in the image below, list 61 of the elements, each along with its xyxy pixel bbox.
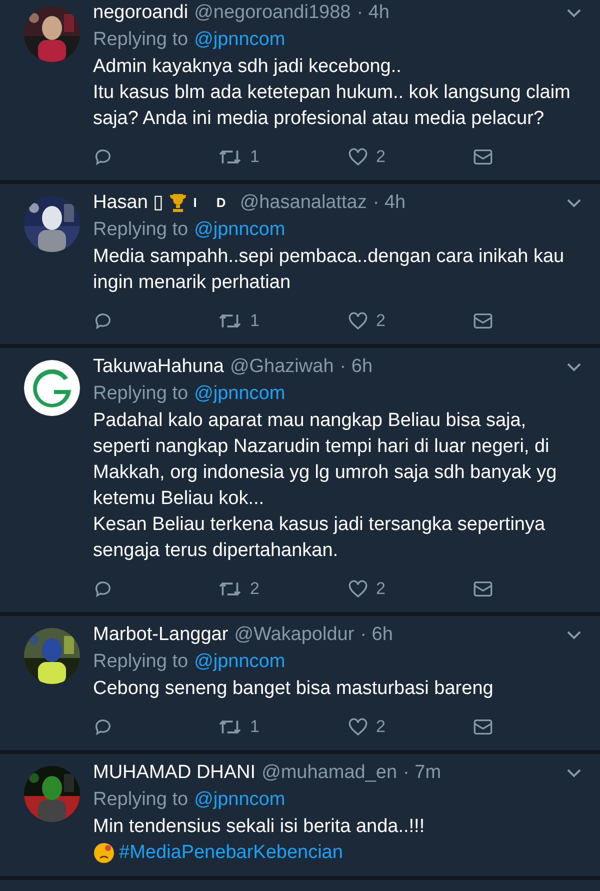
mention-link[interactable]: @jpnncom — [194, 380, 286, 408]
heart-icon[interactable] — [348, 147, 368, 167]
chevron-down-icon[interactable] — [566, 362, 582, 372]
like-count: 2 — [376, 147, 386, 167]
mention-link[interactable]: @jpnncom — [194, 216, 286, 244]
user-handle: @Ghaziwah — [230, 355, 334, 379]
mail-icon[interactable] — [473, 580, 493, 598]
tweet-text: Min tendensius sekali isi berita anda..!!! — [93, 815, 426, 839]
chevron-down-icon[interactable] — [566, 8, 582, 18]
chevron-down-icon[interactable] — [566, 630, 582, 640]
user-handle: @negoroandi1988 — [194, 1, 351, 25]
user-handle: @hasanalattaz — [240, 191, 367, 215]
retweet-count: 2 — [250, 579, 260, 599]
name-tag: I D — [193, 190, 234, 216]
tweet-text: Padahal kalo aparat mau nangkap Beliau bisa saja, seperti nangkap Nazarudin tempi hari di luar negeri, di Makkah, org indonesia yg lg umroh saja sdh banyak yg ketemu Beliau kok... Kesan Beliau terkena kasus jadi tersangka sepertinya sengaja terus dipertahankan. — [93, 409, 558, 563]
user-name: TakuwaHahuna — [93, 355, 224, 379]
tweet-text: Admin kayaknya sdh jadi kecebong.. Itu kasus blm ada ketetepan hukum.. kok langsung claim saja? Anda ini media profesional atau media pelacur? — [93, 55, 572, 131]
reply-icon[interactable] — [93, 311, 113, 331]
tweet-text: Cebong seneng banget bisa masturbasi bareng — [93, 677, 494, 701]
like-count: 2 — [376, 579, 386, 599]
mention-link[interactable]: @jpnncom — [194, 648, 286, 676]
user-name: negoroandi — [93, 1, 188, 25]
user-name: MUHAMAD DHANI — [93, 761, 256, 785]
user-name: Hasan ▯ — [93, 191, 164, 215]
tweet-card[interactable]: negoroandi @negoroandi1988 · 4h Replying to @jpnncom Admin kayaknya sdh jadi kecebong.. Itu kasus blm ada ketetepan hukum.. kok langsung claim saja? Anda ini media profesional atau media pelacur? 1 2 — [0, 0, 600, 184]
replying-label: Replying to — [93, 650, 188, 674]
tweet-text: Media sampahh..sepi pembaca..dengan cara inikah kau ingin menarik perhatian — [93, 245, 566, 295]
user-name: Marbot-Langgar — [93, 623, 228, 647]
heart-icon[interactable] — [348, 311, 368, 331]
tweet-card[interactable]: Hasan ▯ I D @hasanalattaz · 4h Replying to @jpnncom Media sampahh..sepi pembaca..dengan cara inikah kau ingin menarik perhatian 1 2 — [0, 184, 600, 348]
mention-link[interactable]: @jpnncom — [194, 786, 286, 814]
chevron-down-icon[interactable] — [566, 198, 582, 208]
hashtag-link[interactable]: #MediaPenebarKebencian — [119, 840, 343, 866]
tweet-card[interactable]: MUHAMAD DHANI @muhamad_en · 7m Replying to @jpnncom Min tendensius sekali isi berita anda..!!! #MediaPenebarKebencian — [0, 754, 600, 880]
tweet-time: · 7m — [403, 761, 442, 785]
like-count: 2 — [376, 311, 386, 331]
heart-icon[interactable] — [348, 579, 368, 599]
mail-icon[interactable] — [473, 718, 493, 736]
reply-icon[interactable] — [93, 147, 113, 167]
tweet-time: · 4h — [372, 191, 406, 215]
mail-icon[interactable] — [473, 312, 493, 330]
replying-label: Replying to — [93, 382, 188, 406]
mail-icon[interactable] — [473, 148, 493, 166]
tweet-card[interactable]: Marbot-Langgar @Wakapoldur · 6h Replying to @jpnncom Cebong seneng banget bisa masturbasi bareng 1 2 — [0, 616, 600, 754]
replying-label: Replying to — [93, 28, 188, 52]
tweet-time: · 4h — [356, 1, 390, 25]
tweet-time: · 6h — [360, 623, 393, 647]
retweet-count: 1 — [250, 717, 260, 737]
like-count: 2 — [376, 717, 386, 737]
tweet-time: · 6h — [340, 355, 373, 379]
heart-icon[interactable] — [348, 717, 368, 737]
chevron-down-icon[interactable] — [566, 768, 582, 778]
user-handle: @Wakapoldur — [234, 623, 354, 647]
replying-label: Replying to — [93, 218, 188, 242]
retweet-count: 1 — [250, 311, 260, 331]
reply-icon[interactable] — [93, 717, 113, 737]
retweet-count: 1 — [250, 147, 260, 167]
reply-icon[interactable] — [93, 579, 113, 599]
replying-label: Replying to — [93, 788, 188, 812]
user-handle: @muhamad_en — [262, 761, 398, 785]
mention-link[interactable]: @jpnncom — [194, 26, 286, 54]
